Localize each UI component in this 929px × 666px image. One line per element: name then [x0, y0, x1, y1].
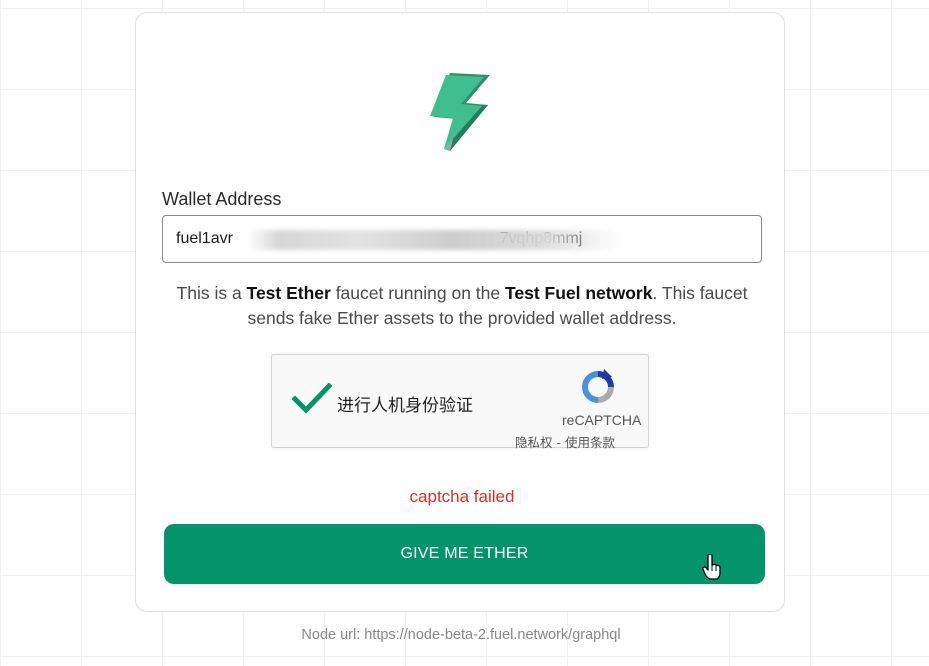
node-url-value: https://node-beta-2.fuel.network/graphql — [364, 627, 621, 643]
recaptcha-widget[interactable]: 进行人机身份验证 reCAPTCHA 隐私权 - 使用条款 — [271, 354, 649, 451]
lightning-bolt-icon — [430, 73, 490, 151]
recaptcha-privacy-link[interactable]: 隐私权 — [515, 435, 553, 450]
description-test-ether: Test Ether — [246, 283, 331, 303]
description-text-2: faucet running on the — [330, 283, 505, 303]
faucet-card: Wallet Address This is a Test Ether fauc… — [135, 12, 785, 612]
checkmark-icon[interactable] — [292, 383, 332, 415]
redacted-address-mask — [248, 230, 623, 250]
hand-pointer-cursor-icon — [702, 554, 721, 580]
recaptcha-logo-icon — [582, 369, 614, 403]
recaptcha-terms-link[interactable]: 使用条款 — [565, 435, 615, 450]
captcha-error-message: captcha failed — [409, 487, 515, 506]
recaptcha-separator: - — [552, 435, 565, 450]
node-url-footer: Node url: https://node-beta-2.fuel.networ… — [0, 627, 922, 643]
recaptcha-label: 进行人机身份验证 — [337, 396, 473, 416]
faucet-description: This is a Test Ether faucet running on t… — [162, 281, 762, 330]
wallet-address-label: Wallet Address — [162, 189, 282, 209]
give-me-ether-button[interactable]: GIVE ME ETHER — [164, 524, 765, 584]
recaptcha-brand: reCAPTCHA — [562, 412, 642, 428]
node-url-label: Node url: — [301, 627, 361, 643]
recaptcha-links: 隐私权 - 使用条款 — [515, 432, 615, 451]
description-test-fuel-network: Test Fuel network — [504, 283, 653, 303]
description-text-1: This is a — [176, 283, 247, 303]
